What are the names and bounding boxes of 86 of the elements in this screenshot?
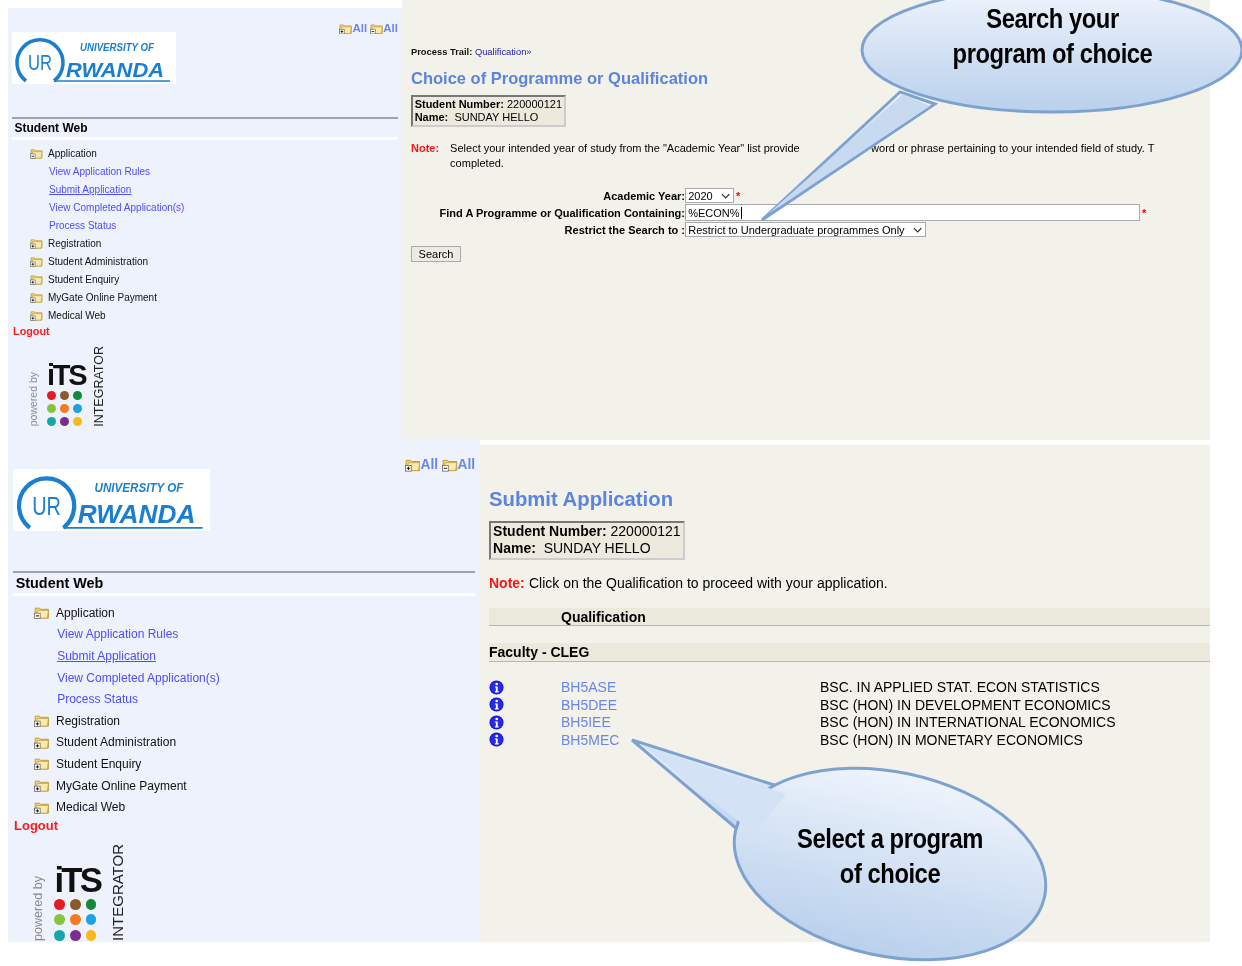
- required-mark: *: [736, 189, 741, 202]
- collapse-all-button[interactable]: All: [370, 22, 398, 34]
- menu-link[interactable]: Process Status: [49, 220, 117, 232]
- qualification-title: BSC (HON) IN MONETARY ECONOMICS: [820, 731, 1084, 748]
- qualification-code-link[interactable]: BH5IEE: [561, 714, 820, 731]
- menu-item[interactable]: Application: [48, 148, 97, 160]
- note-text: Select your intended year of study from the "Academic Year" list provide: [450, 142, 800, 154]
- logout-link[interactable]: Logout: [14, 818, 58, 833]
- note-label: Note:: [489, 573, 525, 593]
- folder-expand-icon: [404, 458, 421, 472]
- menu-item[interactable]: Medical Web: [56, 800, 126, 815]
- info-icon[interactable]: [489, 714, 504, 730]
- menu-item[interactable]: Application: [56, 605, 115, 620]
- info-icon[interactable]: [489, 732, 504, 748]
- table-header: Qualification: [489, 608, 1210, 627]
- folder-expand-icon: [30, 292, 43, 304]
- student-info-box: Student Number: 220000121 Name: SUNDAY HELLO: [411, 95, 566, 127]
- menu-link[interactable]: View Completed Application(s): [57, 670, 220, 685]
- menu-link[interactable]: Submit Application: [49, 184, 132, 196]
- menu-link[interactable]: Process Status: [57, 692, 138, 707]
- note-text: word or phrase pertaining to your intended field of study. T: [871, 141, 1155, 156]
- folder-expand-icon: [30, 274, 43, 286]
- folder-expand-icon: [34, 735, 50, 749]
- qualification-code-link[interactable]: BH5ASE: [561, 679, 820, 696]
- dropdown-field[interactable]: Restrict to Undergraduate programmes Only: [685, 222, 926, 237]
- menu-item[interactable]: MyGate Online Payment: [56, 778, 187, 793]
- folder-expand-icon: [30, 310, 43, 322]
- note-text: Click on the Qualification to proceed with your application.: [528, 573, 888, 593]
- folder-expand-icon: [30, 238, 43, 250]
- expand-all-button[interactable]: All: [339, 22, 368, 34]
- folder-collapse-icon: [34, 606, 50, 620]
- menu-link[interactable]: Submit Application: [57, 649, 156, 664]
- folder-collapse-icon: [441, 458, 458, 472]
- qualification-title: BSC (HON) IN DEVELOPMENT ECONOMICS: [820, 696, 1112, 713]
- dropdown-field[interactable]: 2020: [685, 188, 734, 204]
- university-logo: UR UNIVERSITY OF RWANDA: [12, 468, 210, 532]
- menu-item[interactable]: Registration: [48, 238, 102, 250]
- search-field[interactable]: %ECON%: [685, 204, 1140, 222]
- section-title: Student Web: [12, 572, 476, 597]
- callout-text: Select a program of choice: [796, 823, 984, 892]
- student-info-box: Student Number: 220000121 Name: SUNDAY HELLO: [489, 520, 685, 560]
- menu-link[interactable]: View Application Rules: [49, 166, 150, 178]
- menu-link[interactable]: View Application Rules: [57, 627, 179, 642]
- menu-item[interactable]: Student Administration: [48, 256, 149, 268]
- menu-item[interactable]: Student Enquiry: [56, 757, 142, 771]
- field-label: Academic Year:: [602, 189, 685, 202]
- folder-expand-icon: [34, 800, 50, 814]
- collapse-all-button[interactable]: All: [441, 456, 476, 472]
- qualification-title: BSC (HON) IN INTERNATIONAL ECONOMICS: [820, 714, 1117, 731]
- dropdown-caret-icon: [913, 226, 923, 233]
- page-title: Submit Application: [489, 488, 675, 511]
- dropdown-caret-icon: [721, 192, 731, 199]
- note-label: Note:: [411, 141, 440, 156]
- menu-item[interactable]: Registration: [56, 713, 120, 728]
- qualification-title: BSC. IN APPLIED STAT. ECON STATISTICS: [820, 679, 1101, 696]
- integrator-logo: powered by iTS INTEGRATOR: [30, 843, 125, 941]
- folder-collapse-icon: [370, 22, 384, 34]
- expand-all-button[interactable]: All: [404, 456, 439, 472]
- required-mark: *: [1142, 206, 1147, 219]
- menu-item[interactable]: MyGate Online Payment: [48, 292, 157, 304]
- folder-expand-icon: [34, 714, 50, 728]
- integrator-logo: powered by iTS INTEGRATOR: [27, 345, 106, 427]
- faculty-group-header: Faculty - CLEG: [489, 643, 1210, 662]
- info-icon[interactable]: [489, 679, 504, 695]
- page-title: Choice of Programme or Qualification: [411, 68, 710, 88]
- trail-link[interactable]: Qualification»: [474, 47, 532, 57]
- folder-collapse-icon: [30, 148, 43, 160]
- menu-item[interactable]: Medical Web: [48, 310, 106, 322]
- qualification-code-link[interactable]: BH5MEC: [561, 731, 820, 748]
- note-text: completed.: [450, 156, 504, 169]
- field-label: Find A Programme or Qualification Containing:: [438, 206, 685, 219]
- info-icon[interactable]: [489, 697, 504, 713]
- menu-item[interactable]: Student Enquiry: [48, 274, 120, 286]
- logout-link[interactable]: Logout: [13, 324, 50, 337]
- folder-expand-icon: [339, 22, 353, 34]
- university-logo: UR UNIVERSITY OF RWANDA: [12, 32, 176, 84]
- menu-item[interactable]: Student Administration: [56, 735, 177, 750]
- qualification-code-link[interactable]: BH5DEE: [561, 696, 820, 713]
- folder-expand-icon: [34, 757, 50, 771]
- menu-link[interactable]: View Completed Application(s): [49, 202, 185, 214]
- section-title: Student Web: [12, 119, 398, 140]
- search-button[interactable]: Search: [411, 245, 462, 262]
- field-label: Restrict the Search to :: [563, 223, 685, 236]
- folder-expand-icon: [34, 779, 50, 793]
- folder-expand-icon: [30, 256, 43, 268]
- callout-text: Search your program of choice: [951, 3, 1154, 72]
